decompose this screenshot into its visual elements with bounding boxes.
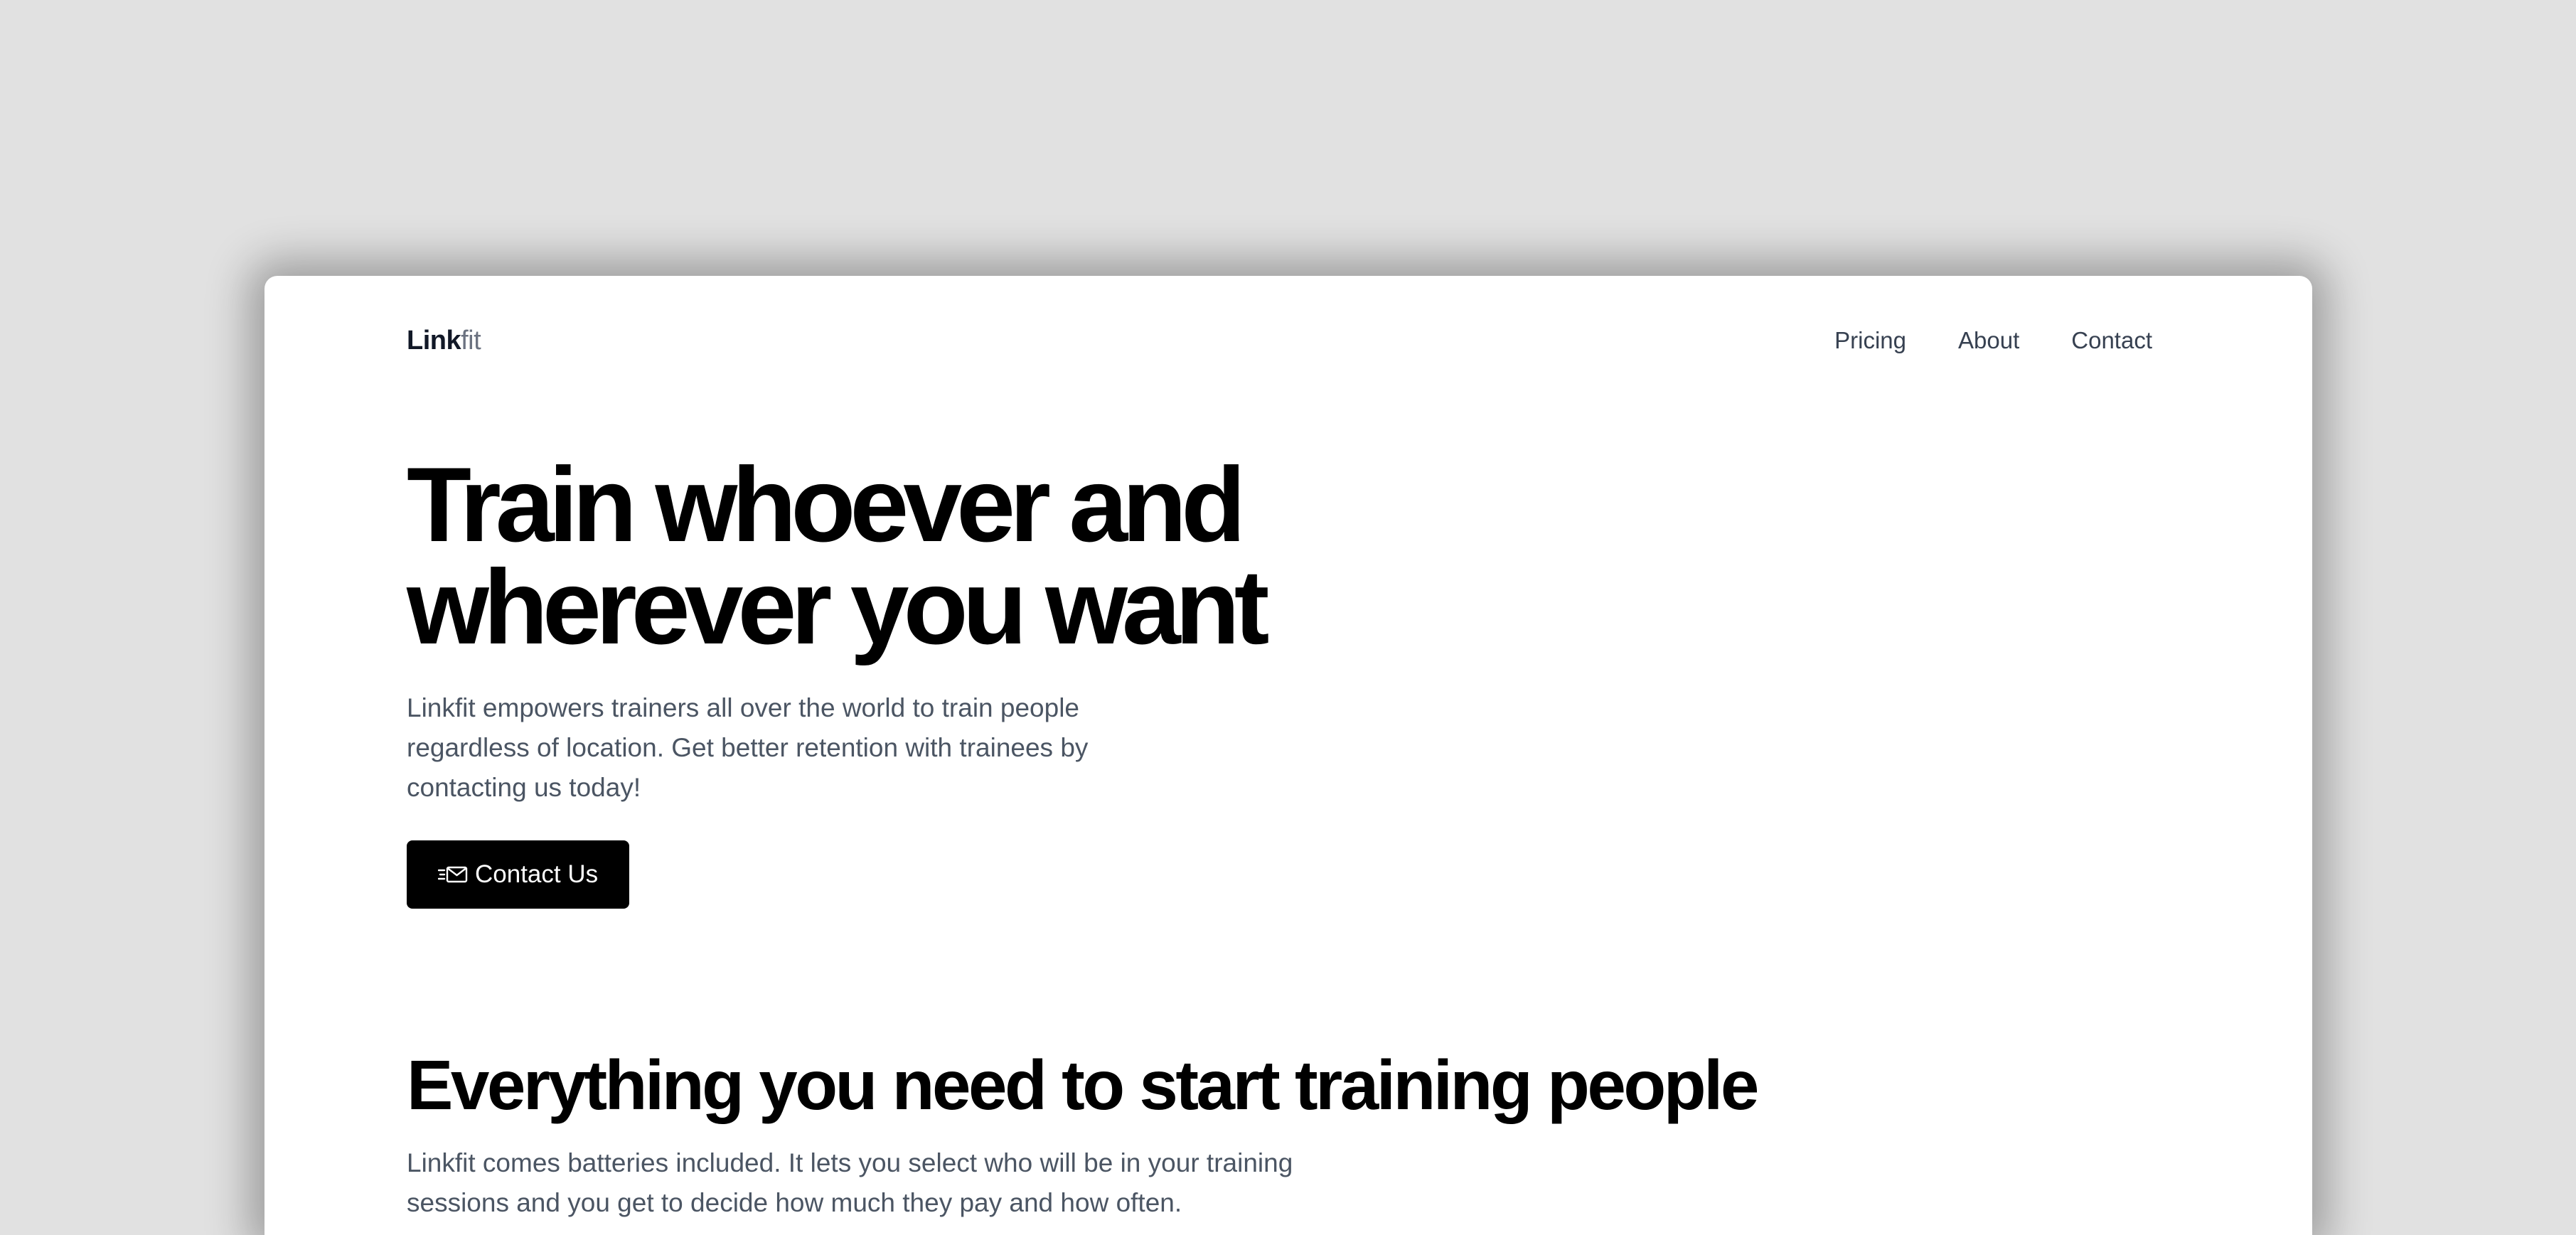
send-mail-icon — [438, 864, 468, 885]
nav-links: Pricing About Contact — [1834, 327, 2152, 354]
features-section: Everything you need to start training pe… — [407, 1042, 2113, 1223]
hero-title: Train whoever and wherever you want — [407, 451, 1402, 660]
browser-window: Linkfit Pricing About Contact Train whoe… — [264, 276, 2312, 1235]
contact-us-button[interactable]: Contact Us — [407, 840, 630, 909]
nav-link-pricing[interactable]: Pricing — [1834, 327, 1906, 354]
hero-title-line-1: Train whoever and — [407, 445, 1246, 564]
hero-subtitle: Linkfit empowers trainers all over the w… — [407, 693, 1089, 802]
features-description: Linkfit comes batteries included. It let… — [407, 1148, 1293, 1217]
features-title: Everything you need to start training pe… — [407, 1046, 1759, 1124]
hero-section: Train whoever and wherever you want Linkf… — [407, 451, 1402, 909]
site-logo[interactable]: Linkfit — [407, 326, 481, 356]
contact-us-label: Contact Us — [475, 860, 599, 888]
hero-title-line-2: wherever you want — [407, 547, 1269, 666]
logo-text-light: fit — [461, 325, 481, 355]
logo-text-bold: Link — [407, 325, 461, 355]
nav-link-contact[interactable]: Contact — [2071, 327, 2152, 354]
nav-link-about[interactable]: About — [1958, 327, 2019, 354]
top-nav: Linkfit Pricing About Contact — [407, 316, 2152, 365]
